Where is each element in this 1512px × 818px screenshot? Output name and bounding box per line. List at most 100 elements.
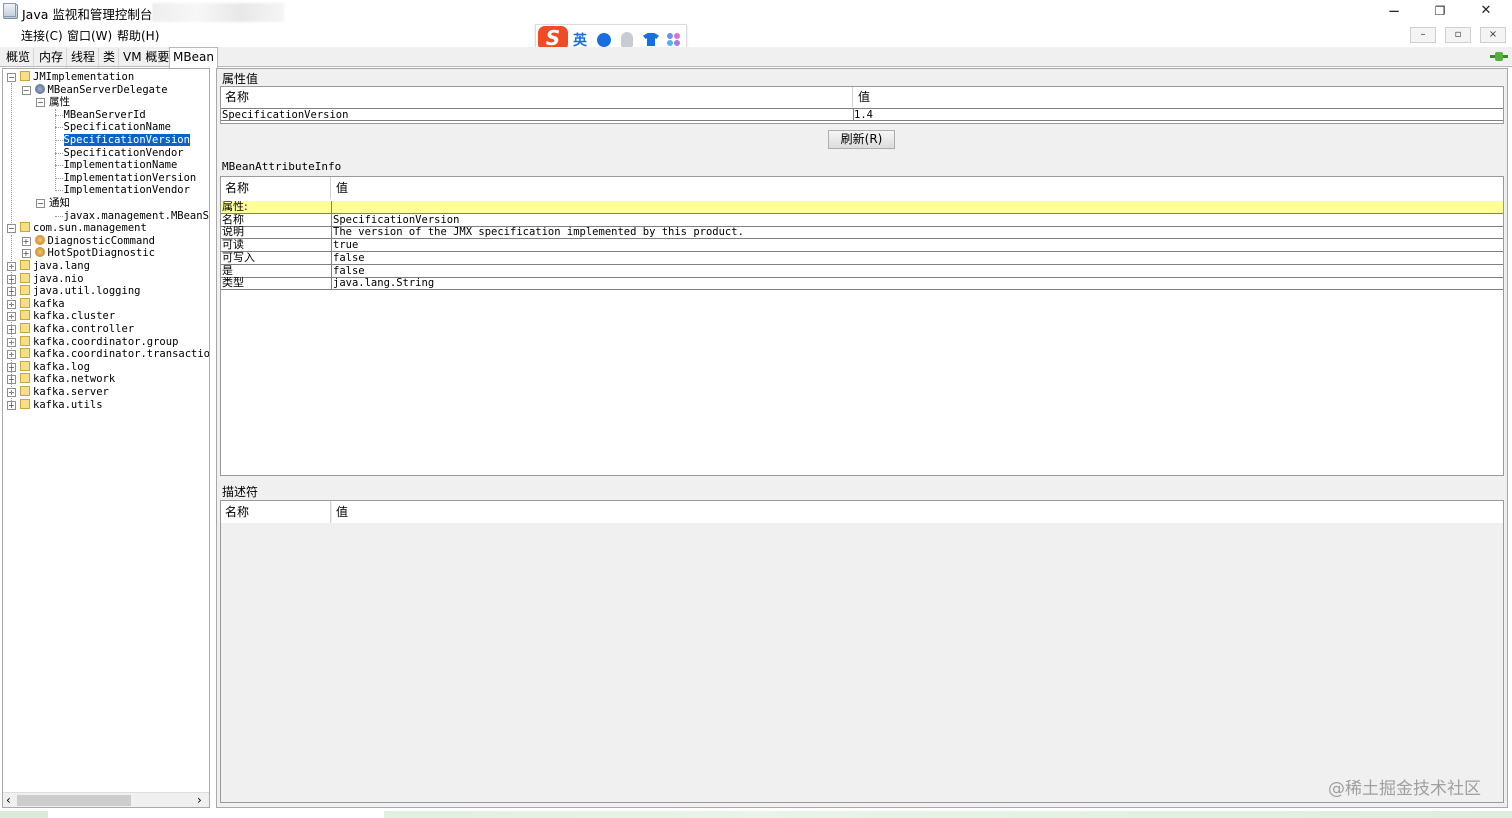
folder-icon: [20, 285, 30, 296]
tree-node-folder[interactable]: java.util.logging: [20, 285, 140, 298]
tab-mbean[interactable]: MBean: [169, 47, 218, 68]
tab-vm-summary[interactable]: VM 概要: [120, 48, 174, 68]
menu-connect[interactable]: 连接(C): [21, 27, 63, 44]
info-name-cell: 类型: [222, 277, 244, 290]
mdi-restore-button[interactable]: ▫: [1445, 27, 1471, 43]
folder-icon: [20, 310, 30, 321]
tree-node-label: ImplementationVendor: [63, 184, 190, 197]
tab-memory[interactable]: 内存: [36, 48, 68, 68]
collapse-icon[interactable]: −: [21, 85, 31, 95]
tree-node-label: kafka.network: [33, 373, 116, 386]
scroll-right-arrow-icon[interactable]: ›: [197, 793, 202, 807]
table-row[interactable]: 名称 SpecificationVersion: [221, 213, 1503, 227]
tree-node-label: kafka.utils: [33, 398, 103, 411]
tree-node-folder[interactable]: kafka.cluster: [20, 310, 115, 323]
emoji-icon[interactable]: [597, 33, 611, 47]
tree-node-label: java.lang: [33, 260, 90, 272]
watermark: @稀土掘金技术社区: [1328, 779, 1481, 799]
refresh-button[interactable]: 刷新(R): [828, 130, 895, 149]
tree-node-label: kafka.cluster: [33, 310, 116, 323]
tab-threads[interactable]: 线程: [68, 48, 100, 68]
tree-node-bean[interactable]: DiagnosticCommand: [34, 234, 155, 248]
tree-leaf-item[interactable]: ImplementationVersion: [64, 172, 197, 185]
tree-node-folder[interactable]: kafka.log: [20, 360, 90, 374]
tree-node-folder[interactable]: com.sun.management: [20, 222, 147, 235]
skin-shirt-icon[interactable]: [643, 33, 659, 46]
tree-node-label: java.util.logging: [33, 285, 141, 298]
menu-window[interactable]: 窗口(W): [67, 27, 112, 44]
attribute-value-title: 属性值: [222, 72, 259, 86]
collapse-icon[interactable]: −: [36, 199, 45, 208]
menu-help[interactable]: 帮助(H): [117, 27, 159, 44]
tree-hscrollbar[interactable]: ‹ ›: [3, 792, 209, 807]
tree-leaf-item[interactable]: SpecificationVersion: [62, 133, 191, 147]
mdi-close-button[interactable]: ×: [1480, 27, 1506, 43]
scroll-thumb[interactable]: [17, 795, 131, 806]
table-row[interactable]: 属性:: [221, 201, 1503, 214]
tree-node-folder[interactable]: kafka.server: [20, 386, 109, 399]
tree-node-group[interactable]: 属性: [49, 96, 70, 109]
descriptor-title: 描述符: [222, 485, 259, 499]
collapse-icon[interactable]: −: [7, 73, 16, 82]
column-header-name[interactable]: 名称: [221, 177, 331, 199]
tree-leaf-item[interactable]: ImplementationName: [64, 159, 178, 172]
tree-node-group[interactable]: 通知: [49, 197, 70, 210]
table-row[interactable]: 说明 The version of the JMX specification i…: [221, 226, 1503, 240]
tree-node-folder[interactable]: JMImplementation: [20, 71, 134, 84]
tree-leaf-item[interactable]: SpecificationName: [64, 121, 171, 134]
tree-node-label: kafka: [33, 297, 65, 310]
tree-node-label: MBeanServerDelegate: [47, 83, 168, 96]
info-value-cell: true: [331, 239, 1501, 252]
tree-node-folder[interactable]: java.nio: [20, 272, 84, 286]
tree-leaf-item[interactable]: SpecificationVendor: [64, 147, 184, 160]
tree-node-bean[interactable]: HotSpotDiagnostic: [34, 247, 155, 260]
column-header-value[interactable]: 值: [332, 501, 1503, 523]
attribute-value-cell[interactable]: 1.4: [853, 109, 1503, 121]
tree-node-folder[interactable]: kafka.coordinator.transactio: [20, 348, 209, 361]
folder-icon: [20, 398, 30, 409]
connected-plug-icon: [1490, 52, 1508, 61]
scroll-left-arrow-icon[interactable]: ‹: [6, 793, 11, 807]
collapse-icon[interactable]: −: [7, 224, 16, 234]
tree-node-label: ImplementationName: [63, 159, 178, 172]
maximize-button[interactable]: ❐: [1417, 0, 1463, 24]
table-row[interactable]: 是 false: [221, 264, 1503, 278]
tree-node-folder[interactable]: kafka: [20, 297, 65, 311]
tree-node-folder[interactable]: kafka.controller: [20, 323, 134, 336]
column-header-name[interactable]: 名称: [221, 87, 853, 107]
tab-bar: [0, 47, 1512, 67]
tree-leaf-item[interactable]: javax.management.MBeanS(: [64, 210, 210, 223]
mdi-minimize-button[interactable]: –: [1410, 27, 1436, 43]
folder-icon: [20, 386, 30, 396]
table-row[interactable]: SpecificationVersion 1.4: [221, 108, 1503, 121]
tree-node-folder[interactable]: java.lang: [20, 260, 90, 273]
folder-icon: [20, 297, 30, 308]
collapse-icon[interactable]: −: [36, 98, 45, 108]
expand-icon[interactable]: +: [21, 236, 31, 246]
tree-node-folder[interactable]: kafka.utils: [20, 398, 103, 412]
attribute-info-title: MBeanAttributeInfo: [222, 160, 342, 173]
folder-icon: [20, 335, 30, 346]
tree-node-folder[interactable]: kafka.coordinator.group: [20, 335, 178, 349]
folder-icon: [20, 323, 30, 333]
user-icon[interactable]: [621, 32, 633, 47]
expand-icon[interactable]: +: [21, 249, 31, 259]
tree-node-label: ImplementationVersion: [63, 171, 197, 184]
tab-overview[interactable]: 概览: [3, 48, 35, 68]
info-name-cell: 可写入: [222, 251, 255, 264]
table-row[interactable]: 可读 true: [221, 239, 1503, 253]
attribute-name-cell: SpecificationVersion: [222, 109, 349, 121]
tab-classes[interactable]: 类: [100, 48, 120, 68]
toolbox-icon[interactable]: [667, 33, 681, 47]
close-button[interactable]: ✕: [1463, 0, 1509, 24]
tree-leaf-item[interactable]: MBeanServerId: [64, 109, 146, 122]
tree-node-folder[interactable]: kafka.network: [20, 373, 115, 386]
minimize-button[interactable]: −: [1371, 0, 1417, 24]
column-header-name[interactable]: 名称: [221, 501, 331, 523]
tree-node-bean-blue[interactable]: MBeanServerDelegate: [34, 83, 168, 97]
table-row[interactable]: 可写入 false: [221, 251, 1503, 265]
column-header-value[interactable]: 值: [854, 87, 1503, 107]
tree-leaf-item[interactable]: ImplementationVendor: [64, 184, 190, 197]
table-row[interactable]: 类型 java.lang.String: [221, 277, 1503, 291]
column-header-value[interactable]: 值: [332, 177, 1503, 199]
